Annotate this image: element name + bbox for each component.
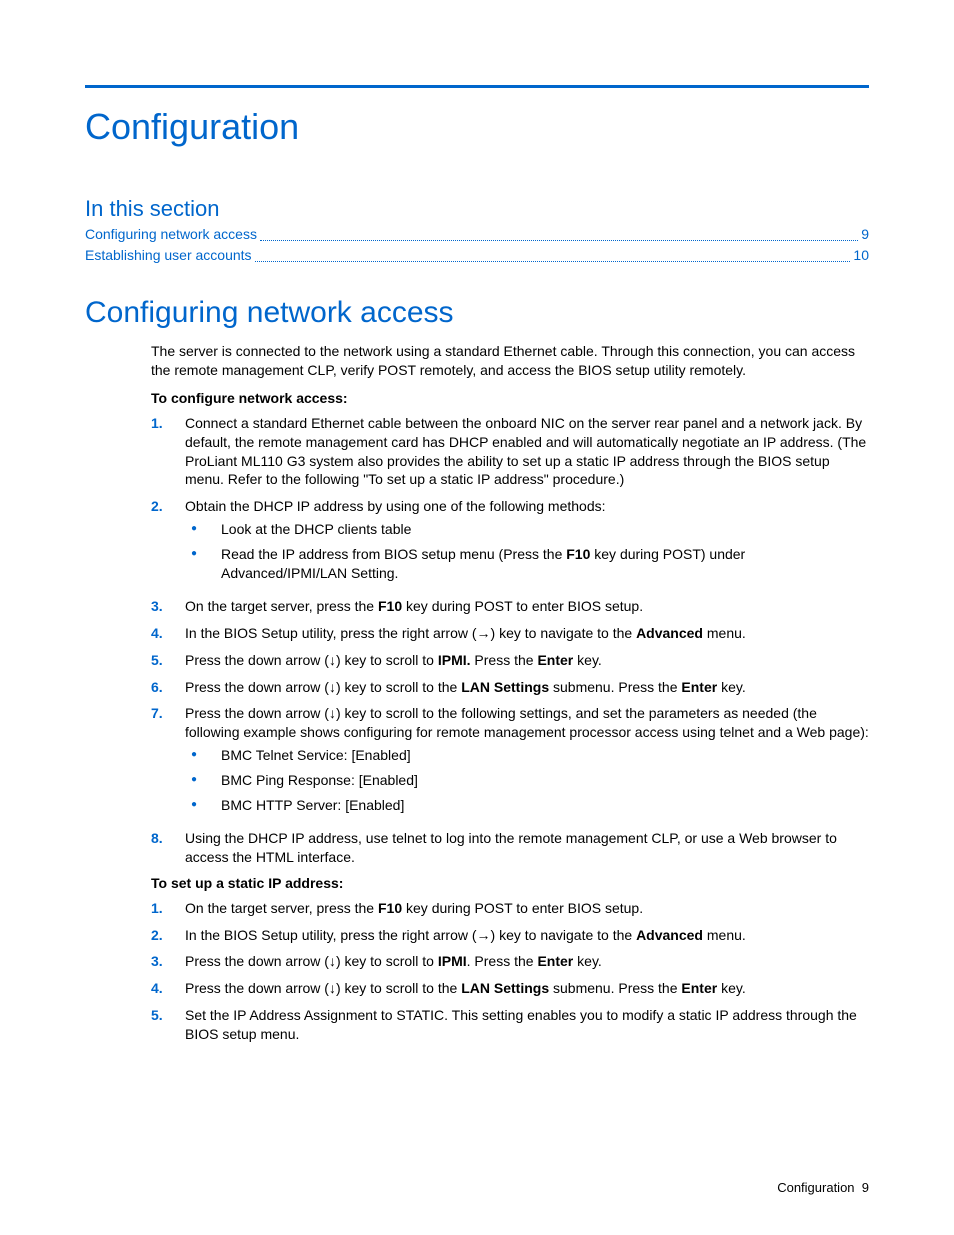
body: The server is connected to the network u… xyxy=(151,342,869,1044)
step-number: 2. xyxy=(151,926,185,945)
list-item: 7. Press the down arrow (↓) key to scrol… xyxy=(151,704,869,820)
toc-label: Configuring network access xyxy=(85,224,257,245)
list-item: 1. On the target server, press the F10 k… xyxy=(151,899,869,918)
footer-label: Configuration xyxy=(777,1180,854,1195)
step-text: On the target server, press the F10 key … xyxy=(185,899,869,918)
bullet-item: ●BMC HTTP Server: [Enabled] xyxy=(185,796,869,815)
in-this-section-heading: In this section xyxy=(85,196,869,222)
procedure-heading: To set up a static IP address: xyxy=(151,875,869,891)
step-number: 2. xyxy=(151,497,185,589)
list-item: 4. Press the down arrow (↓) key to scrol… xyxy=(151,979,869,998)
list-item: 5. Press the down arrow (↓) key to scrol… xyxy=(151,651,869,670)
bullet-icon: ● xyxy=(185,796,221,815)
list-item: 6. Press the down arrow (↓) key to scrol… xyxy=(151,678,869,697)
top-rule xyxy=(85,85,869,88)
step-number: 1. xyxy=(151,414,185,490)
ordered-list: 1. Connect a standard Ethernet cable bet… xyxy=(151,414,869,867)
step-number: 5. xyxy=(151,651,185,670)
toc: Configuring network access 9 Establishin… xyxy=(85,224,869,266)
bullet-icon: ● xyxy=(185,520,221,539)
bullet-text: Read the IP address from BIOS setup menu… xyxy=(221,545,869,583)
step-text: Obtain the DHCP IP address by using one … xyxy=(185,497,869,589)
toc-row[interactable]: Establishing user accounts 10 xyxy=(85,245,869,266)
step-text: Connect a standard Ethernet cable betwee… xyxy=(185,414,869,490)
toc-page: 10 xyxy=(853,245,869,266)
step-text: Press the down arrow (↓) key to scroll t… xyxy=(185,979,869,998)
step-text-part: Press the down arrow (↓) key to scroll t… xyxy=(185,705,869,740)
step-text: Press the down arrow (↓) key to scroll t… xyxy=(185,678,869,697)
toc-leader xyxy=(255,260,851,262)
step-text-part: Obtain the DHCP IP address by using one … xyxy=(185,498,606,514)
step-number: 3. xyxy=(151,597,185,616)
bullet-text: BMC Telnet Service: [Enabled] xyxy=(221,746,869,765)
footer-page-number: 9 xyxy=(862,1180,869,1195)
page: Configuration In this section Configurin… xyxy=(0,0,954,1235)
step-number: 3. xyxy=(151,952,185,971)
step-number: 4. xyxy=(151,624,185,643)
bullet-text: Look at the DHCP clients table xyxy=(221,520,869,539)
bullet-item: ●BMC Telnet Service: [Enabled] xyxy=(185,746,869,765)
step-text: On the target server, press the F10 key … xyxy=(185,597,869,616)
step-text: In the BIOS Setup utility, press the rig… xyxy=(185,624,869,643)
toc-label: Establishing user accounts xyxy=(85,245,252,266)
step-number: 1. xyxy=(151,899,185,918)
bullet-item: ●BMC Ping Response: [Enabled] xyxy=(185,771,869,790)
step-number: 5. xyxy=(151,1006,185,1044)
bullet-list: ●Look at the DHCP clients table ●Read th… xyxy=(185,520,869,583)
section-heading: Configuring network access xyxy=(85,296,869,330)
step-text: Set the IP Address Assignment to STATIC.… xyxy=(185,1006,869,1044)
step-number: 7. xyxy=(151,704,185,820)
list-item: 2. Obtain the DHCP IP address by using o… xyxy=(151,497,869,589)
intro-paragraph: The server is connected to the network u… xyxy=(151,342,869,380)
list-item: 5. Set the IP Address Assignment to STAT… xyxy=(151,1006,869,1044)
bullet-item: ●Read the IP address from BIOS setup men… xyxy=(185,545,869,583)
step-number: 4. xyxy=(151,979,185,998)
step-text: Press the down arrow (↓) key to scroll t… xyxy=(185,651,869,670)
step-number: 6. xyxy=(151,678,185,697)
step-text: In the BIOS Setup utility, press the rig… xyxy=(185,926,869,945)
page-title: Configuration xyxy=(85,106,869,148)
ordered-list: 1. On the target server, press the F10 k… xyxy=(151,899,869,1044)
list-item: 3. Press the down arrow (↓) key to scrol… xyxy=(151,952,869,971)
step-text: Press the down arrow (↓) key to scroll t… xyxy=(185,952,869,971)
step-text: Press the down arrow (↓) key to scroll t… xyxy=(185,704,869,820)
list-item: 4. In the BIOS Setup utility, press the … xyxy=(151,624,869,643)
step-number: 8. xyxy=(151,829,185,867)
page-footer: Configuration 9 xyxy=(777,1180,869,1195)
list-item: 2. In the BIOS Setup utility, press the … xyxy=(151,926,869,945)
bullet-text: BMC Ping Response: [Enabled] xyxy=(221,771,869,790)
bullet-text: BMC HTTP Server: [Enabled] xyxy=(221,796,869,815)
procedure-heading: To configure network access: xyxy=(151,390,869,406)
toc-row[interactable]: Configuring network access 9 xyxy=(85,224,869,245)
bullet-icon: ● xyxy=(185,746,221,765)
list-item: 8. Using the DHCP IP address, use telnet… xyxy=(151,829,869,867)
bullet-list: ●BMC Telnet Service: [Enabled] ●BMC Ping… xyxy=(185,746,869,815)
list-item: 3. On the target server, press the F10 k… xyxy=(151,597,869,616)
toc-page: 9 xyxy=(861,224,869,245)
bullet-icon: ● xyxy=(185,771,221,790)
step-text: Using the DHCP IP address, use telnet to… xyxy=(185,829,869,867)
bullet-icon: ● xyxy=(185,545,221,583)
toc-leader xyxy=(260,239,858,241)
list-item: 1. Connect a standard Ethernet cable bet… xyxy=(151,414,869,490)
bullet-item: ●Look at the DHCP clients table xyxy=(185,520,869,539)
